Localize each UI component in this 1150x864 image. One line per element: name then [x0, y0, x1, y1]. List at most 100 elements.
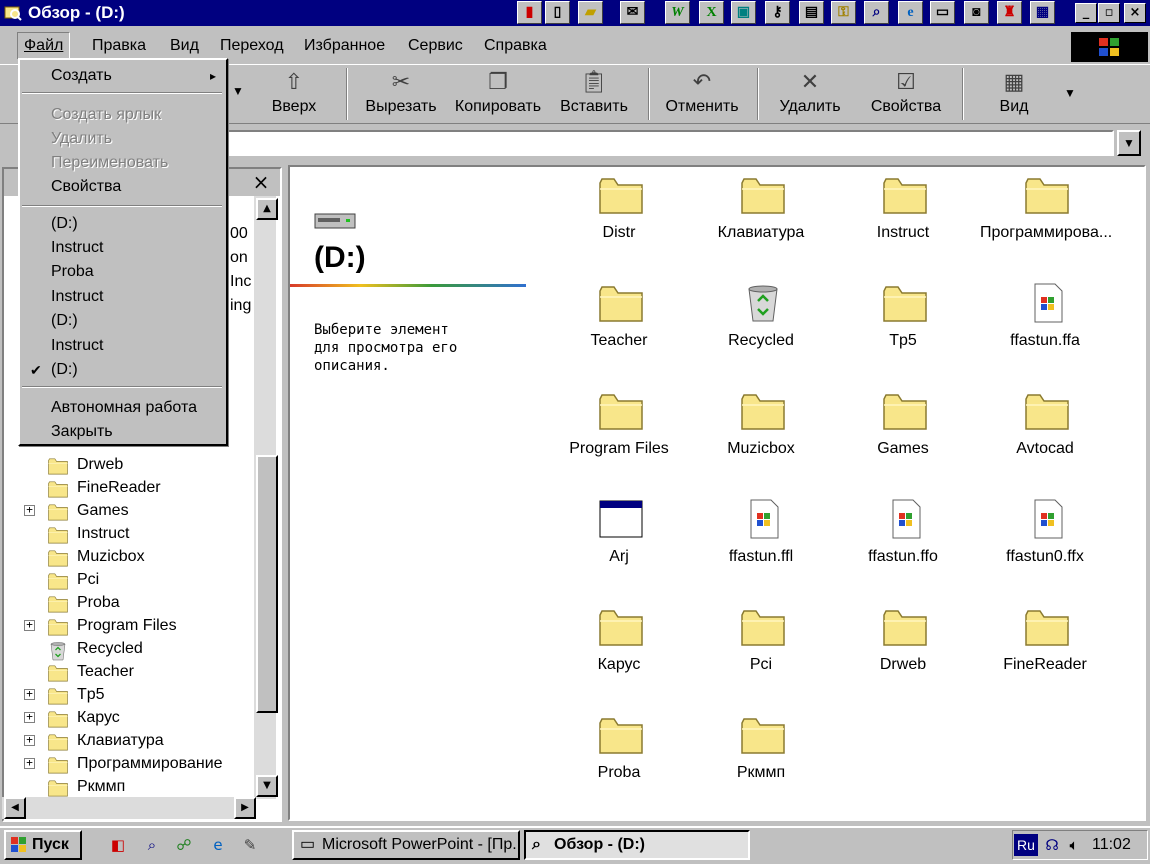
close-button[interactable]: × — [1124, 3, 1146, 23]
file-item[interactable]: Muzicbox — [696, 387, 826, 487]
file-menu-item[interactable]: Свойства — [20, 175, 226, 199]
ie-icon[interactable]: e — [898, 1, 923, 24]
file-item[interactable]: Instruct — [838, 171, 968, 271]
restore-button[interactable]: ▫ — [1098, 3, 1120, 23]
address-input[interactable] — [226, 130, 1114, 156]
quicklaunch-search-icon[interactable]: ⌕ — [140, 834, 164, 856]
open-folder-icon[interactable]: ▰ — [578, 1, 603, 24]
up-button[interactable]: ⇧ Вверх — [262, 66, 326, 122]
tree-pane-close-button[interactable]: × — [248, 171, 274, 193]
file-item[interactable]: Программирова... — [980, 171, 1112, 271]
access-icon[interactable]: ⚷ — [765, 1, 790, 24]
menu-file[interactable]: Файл — [17, 32, 71, 60]
menu-view[interactable]: Вид — [164, 32, 205, 60]
tree-expand-button[interactable]: + — [24, 504, 35, 516]
powerpoint-icon[interactable]: ▣ — [731, 1, 756, 24]
file-item[interactable]: Teacher — [554, 279, 684, 379]
scroll-down-button[interactable]: ▼ — [256, 775, 278, 797]
file-menu-item[interactable]: Создать ярлык — [20, 103, 226, 127]
tree-expand-button[interactable]: + — [24, 711, 35, 723]
file-menu-item[interactable]: (D:) — [20, 309, 226, 333]
language-indicator[interactable]: Ru — [1014, 834, 1038, 856]
outlook-icon[interactable]: ✉ — [620, 1, 645, 24]
tree-expand-button[interactable]: + — [24, 688, 35, 700]
start-button[interactable]: Пуск — [4, 830, 82, 860]
file-item[interactable]: ffastun.ffl — [696, 495, 826, 595]
key-icon[interactable]: ⚿ — [831, 1, 856, 24]
copy-button[interactable]: ❐ Копировать — [450, 66, 546, 122]
file-item[interactable]: Карус — [554, 603, 684, 703]
properties-button[interactable]: ☑ Свойства — [864, 66, 948, 122]
tree-horizontal-scrollbar[interactable] — [2, 797, 256, 819]
cut-button[interactable]: ✂ Вырезать — [360, 66, 442, 122]
binder-icon[interactable]: ▤ — [799, 1, 824, 24]
file-item[interactable]: ffastun.ffo — [838, 495, 968, 595]
file-item[interactable]: Proba — [554, 711, 684, 811]
menu-tools[interactable]: Сервис — [402, 32, 469, 60]
menu-edit[interactable]: Правка — [86, 32, 152, 60]
window-icon[interactable]: ▭ — [930, 1, 955, 24]
file-menu-item[interactable]: Переименовать — [20, 151, 226, 175]
file-item[interactable]: Ркммп — [696, 711, 826, 811]
clock[interactable]: 11:02 — [1092, 830, 1131, 860]
undo-button[interactable]: ↶ Отменить — [660, 66, 744, 122]
file-menu-item[interactable]: (D:) ✔ — [20, 358, 226, 382]
menu-favorites[interactable]: Избранное — [298, 32, 391, 60]
minimize-button[interactable]: _ — [1075, 3, 1097, 23]
scroll-up-button[interactable]: ▲ — [256, 198, 278, 220]
file-menu-item[interactable]: Создать ▸ — [20, 64, 226, 88]
file-item[interactable]: Drweb — [838, 603, 968, 703]
file-menu-item[interactable]: Instruct — [20, 285, 226, 309]
file-item[interactable]: Avtocad — [980, 387, 1110, 487]
camera-icon[interactable]: ◙ — [964, 1, 989, 24]
file-menu-item[interactable]: Закрыть — [20, 420, 226, 444]
new-doc-icon[interactable]: ▯ — [545, 1, 570, 24]
quicklaunch-network-icon[interactable]: ☍ — [172, 834, 196, 856]
quicklaunch-ie-icon[interactable]: e — [206, 834, 230, 856]
file-item[interactable]: Distr — [554, 171, 684, 271]
view-dropdown-arrow[interactable]: ▼ — [1064, 86, 1076, 100]
file-item[interactable]: ffastun0.ffx — [980, 495, 1110, 595]
word-icon[interactable]: W — [665, 1, 690, 24]
view-button[interactable]: ▦ Вид — [984, 66, 1044, 122]
file-item[interactable]: Games — [838, 387, 968, 487]
search-icon[interactable]: ⌕ — [864, 1, 889, 24]
file-menu-item[interactable]: Proba — [20, 260, 226, 284]
address-dropdown-button[interactable]: ▼ — [1117, 130, 1141, 156]
delete-button[interactable]: ✕ Удалить — [772, 66, 848, 122]
file-item[interactable]: ffastun.ffa — [980, 279, 1110, 379]
back-dropdown-arrow[interactable]: ▼ — [232, 84, 244, 98]
scroll-right-button[interactable]: ▶ — [234, 797, 256, 819]
network-tray-icon[interactable]: ☊ — [1040, 834, 1064, 856]
file-item[interactable]: Recycled — [696, 279, 826, 379]
game-icon[interactable]: ♜ — [997, 1, 1022, 24]
excel-icon[interactable]: X — [699, 1, 724, 24]
scroll-thumb[interactable] — [256, 455, 278, 713]
file-menu-item[interactable]: Instruct — [20, 236, 226, 260]
file-item[interactable]: Клавиатура — [696, 171, 826, 271]
file-item[interactable]: FineReader — [980, 603, 1110, 703]
tree-expand-button[interactable]: + — [24, 757, 35, 769]
office-bar-icon[interactable]: ▮ — [517, 1, 542, 24]
tree-expand-button[interactable]: + — [24, 619, 35, 631]
quicklaunch-app-icon[interactable]: ◧ — [106, 834, 130, 856]
tree-expand-button[interactable]: + — [24, 734, 35, 746]
scroll-left-button[interactable]: ◀ — [4, 797, 26, 819]
file-menu-item[interactable]: (D:) — [20, 212, 226, 236]
task-explorer[interactable]: ⌕ Обзор - (D:) — [524, 830, 750, 860]
grid-icon[interactable]: ▦ — [1030, 1, 1055, 24]
file-item[interactable]: Pci — [696, 603, 826, 703]
menu-go[interactable]: Переход — [214, 32, 290, 60]
copy-label: Копировать — [454, 98, 542, 115]
speaker-icon[interactable]: 🔈︎ — [1062, 834, 1086, 856]
menu-help[interactable]: Справка — [478, 32, 553, 60]
file-menu-item[interactable]: Instruct — [20, 334, 226, 358]
file-menu-item[interactable]: Автономная работа — [20, 396, 226, 420]
quicklaunch-pen-icon[interactable]: ✎ — [238, 834, 262, 856]
file-item[interactable]: Program Files — [554, 387, 684, 487]
file-menu-item[interactable]: Удалить — [20, 127, 226, 151]
file-item[interactable]: Tp5 — [838, 279, 968, 379]
paste-button[interactable]: 📋︎ Вставить — [554, 66, 634, 122]
task-powerpoint[interactable]: ▭ Microsoft PowerPoint - [Пр... — [292, 830, 520, 860]
file-item[interactable]: Arj — [554, 495, 684, 595]
